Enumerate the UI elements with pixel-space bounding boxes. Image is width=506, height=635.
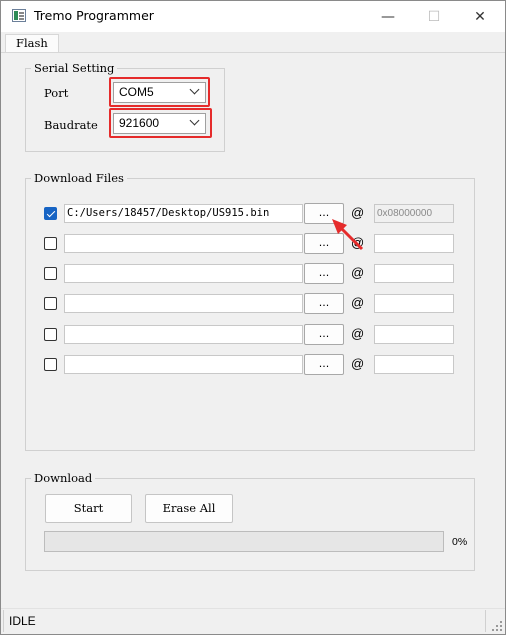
file-enable-checkbox[interactable] (44, 237, 57, 250)
download-title: Download (31, 471, 96, 485)
status-text: IDLE (9, 614, 36, 628)
at-symbol: @ (351, 295, 365, 310)
port-label: Port (44, 86, 69, 100)
address-input[interactable] (374, 325, 454, 344)
file-enable-checkbox[interactable] (44, 267, 57, 280)
address-input[interactable] (374, 234, 454, 253)
maximize-icon[interactable]: ☐ (411, 1, 457, 32)
file-path-input[interactable] (64, 355, 303, 374)
address-input[interactable]: 0x08000000 (374, 204, 454, 223)
minimize-icon[interactable]: — (365, 1, 411, 32)
file-path-input[interactable]: C:/Users/18457/Desktop/US915.bin (64, 204, 303, 223)
address-input[interactable] (374, 355, 454, 374)
progress-bar (44, 531, 444, 552)
file-enable-checkbox[interactable] (44, 207, 57, 220)
file-path-input[interactable] (64, 264, 303, 283)
baudrate-highlight (109, 108, 212, 138)
file-enable-checkbox[interactable] (44, 358, 57, 371)
download-files-title: Download Files (31, 171, 127, 185)
file-enable-checkbox[interactable] (44, 328, 57, 341)
status-separator (3, 610, 4, 632)
progress-percent: 0% (452, 536, 468, 548)
status-bar-divider (1, 608, 505, 609)
status-separator (485, 610, 486, 632)
menu-bar: Flash (1, 32, 505, 53)
browse-button[interactable]: ... (304, 354, 344, 375)
serial-setting-title: Serial Setting (31, 61, 118, 75)
address-input[interactable] (374, 264, 454, 283)
close-icon[interactable]: ✕ (457, 1, 503, 32)
erase-all-button[interactable]: Erase All (145, 494, 233, 523)
at-symbol: @ (351, 265, 365, 280)
start-button[interactable]: Start (45, 494, 132, 523)
address-input[interactable] (374, 294, 454, 313)
port-highlight (109, 77, 210, 107)
app-window: Tremo Programmer — ☐ ✕ Flash Serial Sett… (0, 0, 506, 635)
baudrate-label: Baudrate (44, 118, 98, 132)
browse-button[interactable]: ... (304, 263, 344, 284)
file-path-input[interactable] (64, 294, 303, 313)
title-bar[interactable]: Tremo Programmer — ☐ ✕ (1, 1, 505, 32)
app-icon (12, 9, 26, 22)
file-path-input[interactable] (64, 234, 303, 253)
resize-grip-icon[interactable] (492, 621, 502, 631)
annotation-arrow (332, 219, 364, 251)
file-enable-checkbox[interactable] (44, 297, 57, 310)
window-title: Tremo Programmer (34, 8, 154, 23)
file-path-input[interactable] (64, 325, 303, 344)
at-symbol: @ (351, 356, 365, 371)
at-symbol: @ (351, 326, 365, 341)
browse-button[interactable]: ... (304, 324, 344, 345)
tab-flash[interactable]: Flash (5, 34, 59, 52)
browse-button[interactable]: ... (304, 293, 344, 314)
download-group (25, 478, 475, 571)
